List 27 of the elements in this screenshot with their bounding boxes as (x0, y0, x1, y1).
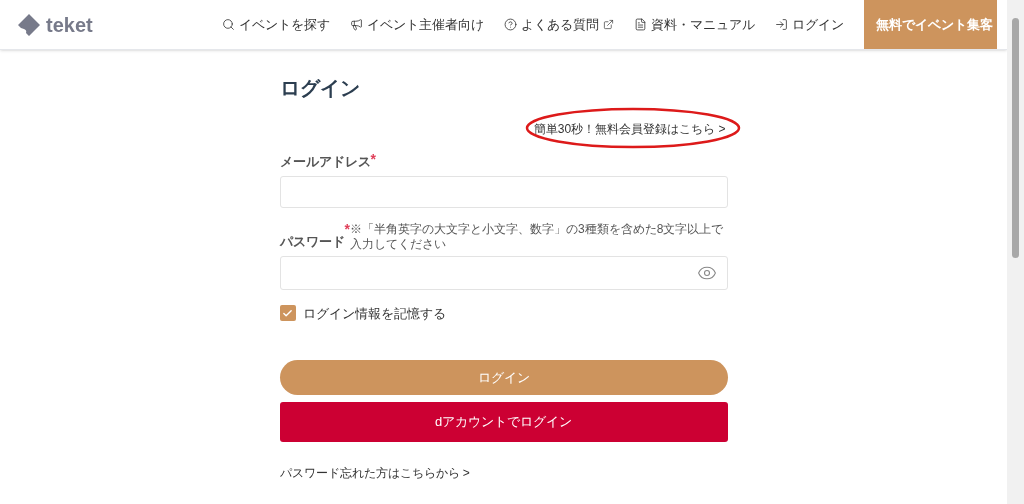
d-account-login-button[interactable]: dアカウントでログイン (279, 402, 728, 442)
nav-link[interactable]: イベントを探す (222, 14, 330, 35)
page-title: ログイン (279, 78, 361, 101)
nav-link[interactable]: イベント主催者向け (350, 14, 484, 35)
scrollbar[interactable] (1007, 0, 1024, 504)
external-link-icon (603, 19, 614, 30)
required-asterisk: * (370, 152, 376, 166)
field-label: メールアドレス (279, 153, 371, 171)
logo-text[interactable]: teket (46, 9, 93, 40)
field-label: パスワード (279, 233, 345, 251)
document-icon (634, 18, 647, 31)
required-asterisk: * (344, 221, 350, 236)
password-hint: ※「半角英字の大文字と小文字、数字」の3種類を含めた8文字以上で入力してください (349, 221, 725, 252)
remember-checkbox[interactable] (279, 305, 296, 322)
search-icon (222, 18, 235, 31)
password-field[interactable] (279, 255, 728, 290)
help-icon (504, 18, 517, 31)
nav-link[interactable]: ログイン (775, 14, 844, 35)
nav-link[interactable]: よくある質問 (504, 14, 614, 35)
forgot-password-link[interactable]: パスワード忘れた方はこちらから > (279, 464, 728, 482)
email-field[interactable] (279, 175, 728, 208)
check-icon (282, 307, 293, 319)
ticket-logo-icon (16, 11, 42, 38)
checkbox-label: ログイン情報を記憶する (302, 304, 446, 323)
megaphone-icon (350, 18, 363, 31)
nav-link[interactable]: 資料・マニュアル (634, 14, 755, 35)
login-icon (775, 18, 788, 31)
